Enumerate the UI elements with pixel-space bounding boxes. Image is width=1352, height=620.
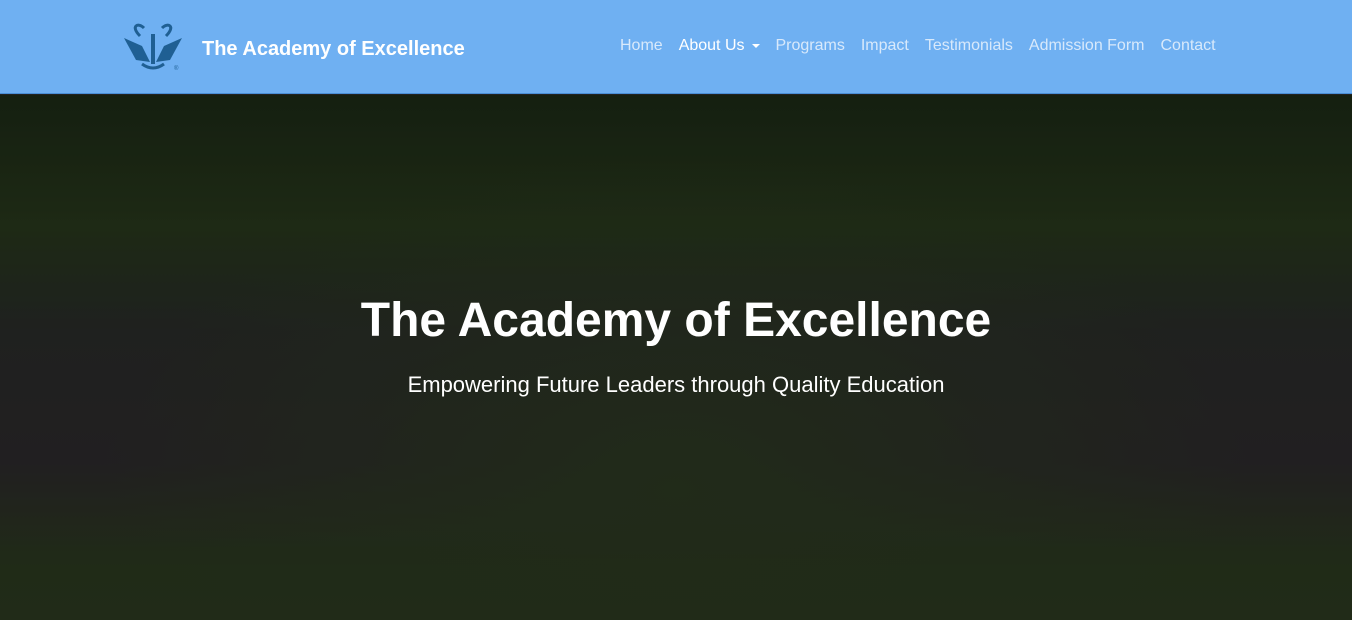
nav-menu: Home About Us Programs Impact Testimonia…	[620, 37, 1216, 55]
navbar: ® The Academy of Excellence Home About U…	[0, 0, 1352, 94]
svg-text:®: ®	[174, 65, 179, 72]
nav-impact[interactable]: Impact	[861, 37, 909, 55]
nav-home[interactable]: Home	[620, 37, 663, 55]
nav-programs[interactable]: Programs	[776, 37, 845, 55]
nav-testimonials[interactable]: Testimonials	[925, 37, 1013, 55]
brand-name[interactable]: The Academy of Excellence	[202, 38, 465, 61]
hero-overlay	[0, 95, 1352, 620]
academy-logo[interactable]: ®	[122, 22, 184, 72]
nav-contact[interactable]: Contact	[1160, 37, 1215, 55]
nav-admission-form[interactable]: Admission Form	[1029, 37, 1145, 55]
caret-down-icon	[751, 43, 760, 48]
hero-subtitle: Empowering Future Leaders through Qualit…	[407, 372, 945, 397]
nav-about-us[interactable]: About Us	[679, 37, 760, 55]
hero-banner: The Academy of Excellence Empowering Fut…	[0, 95, 1352, 620]
hero-title: The Academy of Excellence	[360, 294, 992, 347]
nav-about-us-label: About Us	[678, 37, 745, 54]
